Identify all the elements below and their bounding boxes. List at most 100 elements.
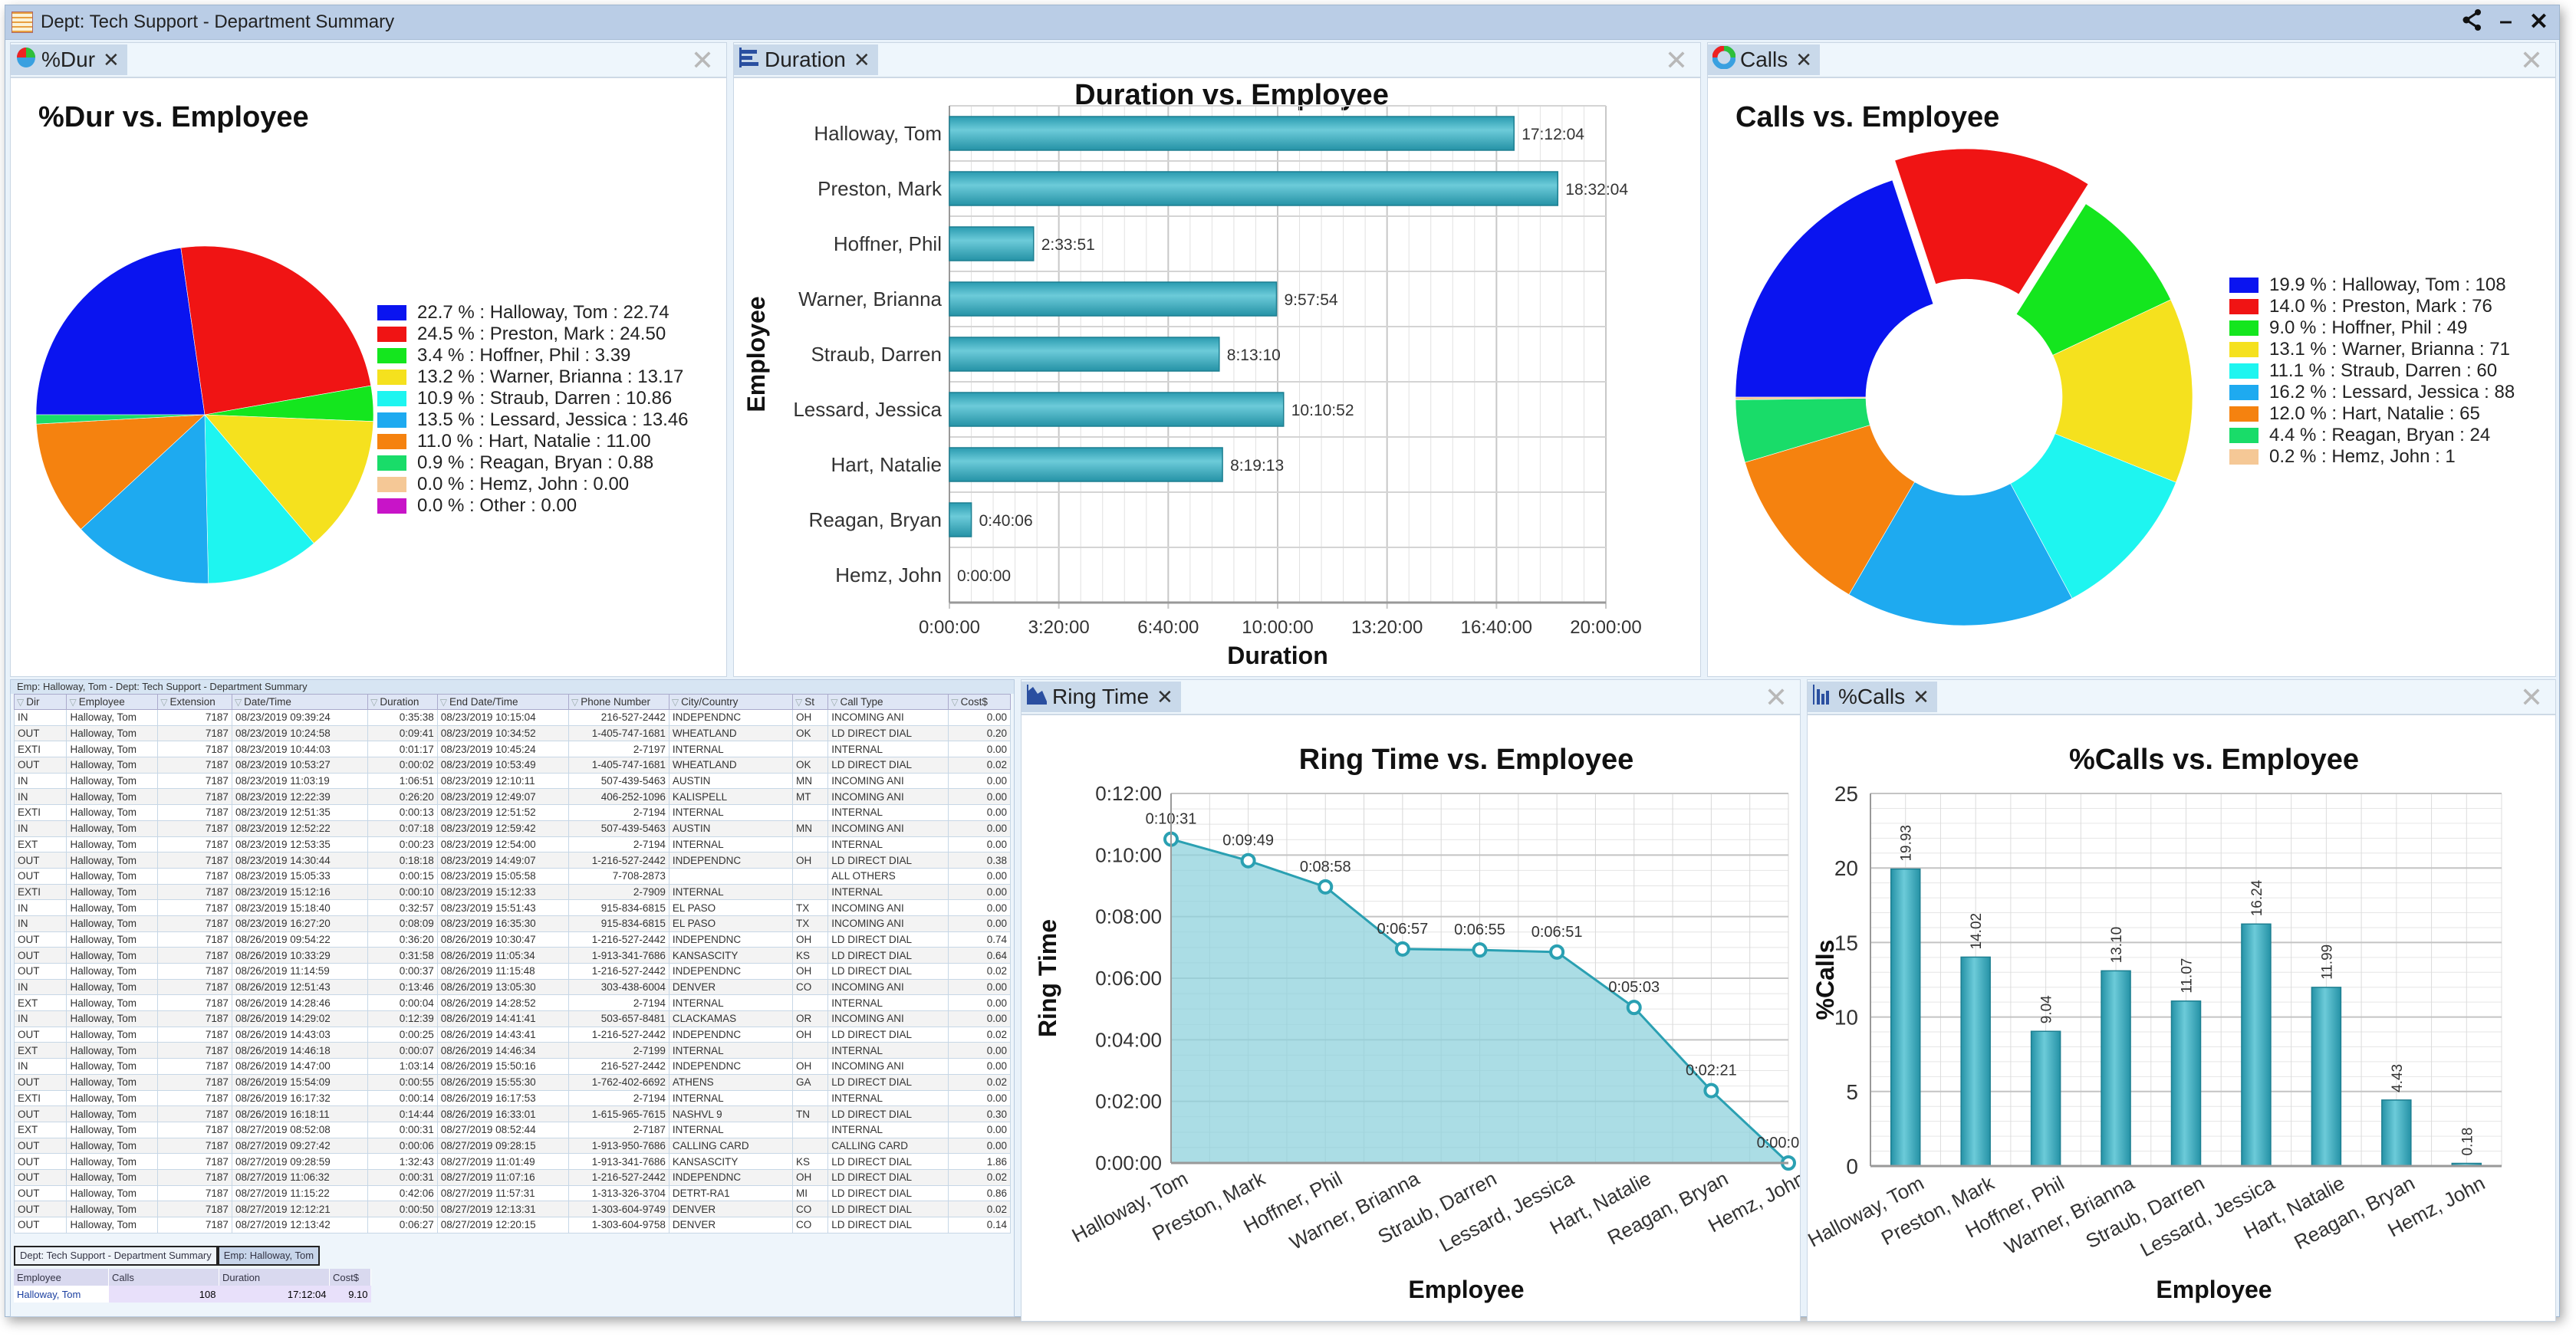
table-row[interactable]: EXT Halloway, Tom 7187 08/26/2019 14:28:46 0…: [13, 994, 1011, 1012]
tab-close-icon[interactable]: ✕: [1913, 685, 1930, 709]
tab-pct-dur[interactable]: %Dur ✕: [11, 44, 127, 75]
bar: [2311, 987, 2342, 1167]
subtab-department-summary[interactable]: Dept: Tech Support - Department Summary: [14, 1246, 218, 1266]
share-icon[interactable]: [2462, 8, 2482, 38]
filter-icon[interactable]: ▽: [571, 697, 578, 708]
table-cell: [668, 867, 793, 885]
table-row[interactable]: OUT Halloway, Tom 7187 08/23/2019 15:05:33 0…: [13, 867, 1011, 885]
table-row[interactable]: OUT Halloway, Tom 7187 08/27/2019 09:27:42 0…: [13, 1137, 1011, 1155]
table-row[interactable]: EXT Halloway, Tom 7187 08/27/2019 08:52:08 0…: [13, 1121, 1011, 1138]
legend-item: 22.7 % : Halloway, Tom : 22.74: [377, 302, 689, 324]
panel-close-icon[interactable]: ✕: [1765, 682, 1788, 714]
table-row[interactable]: IN Halloway, Tom 7187 08/23/2019 16:27:20 0:…: [13, 915, 1011, 932]
filter-icon[interactable]: ▽: [440, 697, 447, 708]
filter-icon[interactable]: ▽: [69, 697, 76, 708]
table-cell: 1.86: [948, 1153, 1011, 1170]
table-row[interactable]: EXTI Halloway, Tom 7187 08/23/2019 10:44:03…: [13, 741, 1011, 758]
subtab-employee[interactable]: Emp: Halloway, Tom: [217, 1246, 321, 1266]
close-button[interactable]: ✕: [2529, 8, 2548, 38]
table-row[interactable]: OUT Halloway, Tom 7187 08/26/2019 11:14:59 0…: [13, 963, 1011, 980]
table-cell: 7187: [157, 1042, 232, 1059]
column-header-duration[interactable]: ▽ Duration: [367, 694, 438, 710]
table-cell: Halloway, Tom: [66, 709, 159, 726]
column-header-cost-[interactable]: ▽ Cost$: [948, 694, 1011, 710]
table-row[interactable]: OUT Halloway, Tom 7187 08/27/2019 09:28:59 1…: [13, 1153, 1011, 1170]
table-row[interactable]: OUT Halloway, Tom 7187 08/23/2019 10:53:27 0…: [13, 757, 1011, 774]
table-row[interactable]: IN Halloway, Tom 7187 08/23/2019 09:39:24 0:…: [13, 709, 1011, 726]
column-header-employee[interactable]: ▽ Employee: [66, 694, 159, 710]
table-row[interactable]: OUT Halloway, Tom 7187 08/23/2019 14:30:44 0…: [13, 852, 1011, 869]
table-cell: 0.00: [948, 1042, 1011, 1059]
table-row[interactable]: IN Halloway, Tom 7187 08/23/2019 15:18:40 0:…: [13, 899, 1011, 916]
table-cell: INDEPENDNC: [668, 1058, 793, 1075]
column-header-call-type[interactable]: ▽ Call Type: [827, 694, 949, 710]
table-row[interactable]: OUT Halloway, Tom 7187 08/27/2019 11:15:22 0…: [13, 1184, 1011, 1202]
table-row[interactable]: EXT Halloway, Tom 7187 08/23/2019 12:53:35 0…: [13, 836, 1011, 853]
tab-close-icon[interactable]: ✕: [1795, 48, 1812, 72]
table-row[interactable]: OUT Halloway, Tom 7187 08/23/2019 10:24:58 0…: [13, 724, 1011, 742]
table-row[interactable]: IN Halloway, Tom 7187 08/26/2019 14:29:02 0:…: [13, 1010, 1011, 1027]
table-row[interactable]: OUT Halloway, Tom 7187 08/26/2019 16:18:11 0…: [13, 1105, 1011, 1122]
legend-label: 3.4 % : Hoffner, Phil : 3.39: [417, 345, 631, 366]
column-header-st[interactable]: ▽ St: [791, 694, 829, 710]
table-row[interactable]: EXTI Halloway, Tom 7187 08/26/2019 16:17:32…: [13, 1089, 1011, 1107]
table-row[interactable]: EXTI Halloway, Tom 7187 08/23/2019 15:12:16…: [13, 883, 1011, 901]
tab-close-icon[interactable]: ✕: [854, 48, 870, 72]
tab-close-icon[interactable]: ✕: [103, 48, 120, 72]
minimize-button[interactable]: –: [2499, 8, 2512, 38]
x-tick-label: 16:40:00: [1461, 617, 1532, 638]
table-row[interactable]: IN Halloway, Tom 7187 08/23/2019 12:52:22 0:…: [13, 820, 1011, 837]
table-cell: 08/23/2019 10:34:52: [436, 724, 569, 742]
table-cell: 08/23/2019 11:03:19: [231, 772, 369, 790]
table-cell: AUSTIN: [668, 772, 793, 790]
tab-close-icon[interactable]: ✕: [1156, 685, 1173, 709]
tab-calls[interactable]: Calls ✕: [1708, 44, 1821, 75]
table-row[interactable]: IN Halloway, Tom 7187 08/26/2019 12:51:43 0:…: [13, 978, 1011, 996]
column-header-dir[interactable]: ▽ Dir: [13, 694, 67, 710]
table-row[interactable]: EXT Halloway, Tom 7187 08/26/2019 14:46:18 0…: [13, 1042, 1011, 1059]
table-row[interactable]: OUT Halloway, Tom 7187 08/27/2019 11:06:32 0…: [13, 1168, 1011, 1186]
table-cell: 1-313-326-3704: [568, 1184, 669, 1202]
table-cell: GA: [791, 1073, 829, 1091]
table-row[interactable]: OUT Halloway, Tom 7187 08/26/2019 15:54:09 0…: [13, 1073, 1011, 1091]
column-header-city-country[interactable]: ▽ City/Country: [668, 694, 793, 710]
filter-icon[interactable]: ▽: [370, 697, 377, 708]
panel-close-icon[interactable]: ✕: [2520, 682, 2543, 714]
table-row[interactable]: OUT Halloway, Tom 7187 08/26/2019 09:54:22 0…: [13, 931, 1011, 948]
column-header-date-time[interactable]: ▽ Date/Time: [231, 694, 369, 710]
filter-icon[interactable]: ▽: [160, 697, 167, 708]
table-cell: 08/27/2019 09:27:42: [231, 1137, 369, 1155]
table-row[interactable]: OUT Halloway, Tom 7187 08/27/2019 12:13:42 0…: [13, 1217, 1011, 1234]
panel-close-icon[interactable]: ✕: [691, 44, 714, 77]
column-header-end-date-time[interactable]: ▽ End Date/Time: [436, 694, 569, 710]
table-row[interactable]: OUT Halloway, Tom 7187 08/26/2019 14:43:03 0…: [13, 1026, 1011, 1043]
filter-icon[interactable]: ▽: [951, 697, 958, 708]
table-cell: INCOMING ANI: [827, 788, 949, 806]
column-header-phone-number[interactable]: ▽ Phone Number: [568, 694, 669, 710]
tab-duration[interactable]: Duration ✕: [734, 44, 878, 75]
filter-icon[interactable]: ▽: [17, 697, 24, 708]
table-row[interactable]: IN Halloway, Tom 7187 08/23/2019 12:22:39 0:…: [13, 788, 1011, 806]
tab-ring-time[interactable]: Ring Time ✕: [1022, 682, 1181, 712]
table-cell: 0.00: [948, 820, 1011, 837]
table-cell: OUT: [13, 1184, 67, 1202]
column-header-extension[interactable]: ▽ Extension: [157, 694, 232, 710]
table-row[interactable]: OUT Halloway, Tom 7187 08/27/2019 12:12:21 0…: [13, 1201, 1011, 1217]
table-row[interactable]: IN Halloway, Tom 7187 08/23/2019 11:03:19 1:…: [13, 772, 1011, 790]
legend-item: 0.0 % : Other : 0.00: [377, 495, 689, 517]
table-row[interactable]: EXTI Halloway, Tom 7187 08/23/2019 12:51:35…: [13, 804, 1011, 821]
filter-icon[interactable]: ▽: [235, 697, 242, 708]
table-cell: DETRT-RA1: [668, 1184, 793, 1202]
summary-employee-link[interactable]: Halloway, Tom: [14, 1286, 109, 1303]
table-cell: 7187: [157, 836, 232, 853]
table-row[interactable]: OUT Halloway, Tom 7187 08/26/2019 10:33:29 0…: [13, 947, 1011, 964]
filter-icon[interactable]: ▽: [672, 697, 679, 708]
table-row[interactable]: IN Halloway, Tom 7187 08/26/2019 14:47:00 1:…: [13, 1058, 1011, 1075]
panel-close-icon[interactable]: ✕: [2520, 44, 2543, 77]
tab-pct-calls[interactable]: %Calls ✕: [1808, 682, 1937, 712]
filter-icon[interactable]: ▽: [795, 697, 802, 708]
table-cell: [791, 836, 829, 853]
panel-close-icon[interactable]: ✕: [1665, 44, 1688, 77]
table-cell: OUT: [13, 1026, 67, 1043]
filter-icon[interactable]: ▽: [831, 697, 837, 708]
